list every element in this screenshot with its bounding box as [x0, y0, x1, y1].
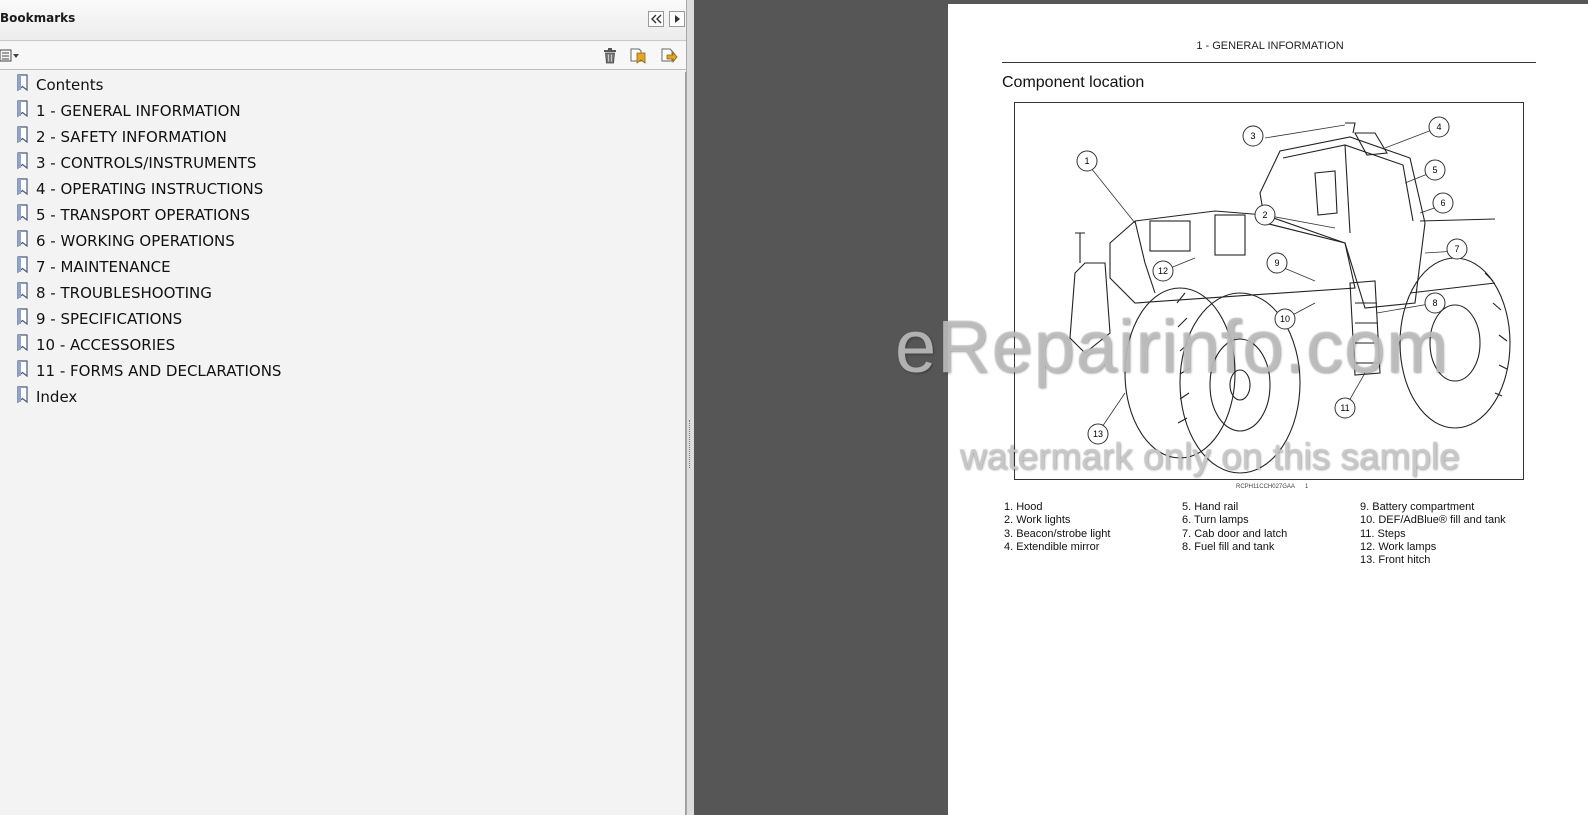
watermark-note: watermark only on this sample — [960, 436, 1460, 477]
bookmark-label: 7 - MAINTENANCE — [36, 258, 171, 276]
bookmark-icon — [17, 386, 28, 404]
svg-text:11: 11 — [1340, 403, 1349, 413]
bookmark-icon — [17, 334, 28, 352]
bookmark-item-safety-information[interactable]: 2 - SAFETY INFORMATION — [16, 126, 227, 148]
expand-bookmark-icon[interactable] — [660, 47, 678, 65]
header-rule — [1002, 62, 1536, 63]
legend-item: 6. Turn lamps — [1182, 514, 1249, 527]
svg-text:7: 7 — [1454, 244, 1459, 254]
tractor-illustration: 1 2 3 4 5 6 7 8 9 10 11 12 13 — [1014, 102, 1524, 480]
legend-item: 9. Battery compartment — [1360, 501, 1475, 513]
document-page: 1 - GENERAL INFORMATION Component locati… — [948, 4, 1588, 815]
legend-item: 12. Work lamps — [1360, 540, 1437, 553]
bookmark-label: 1 - GENERAL INFORMATION — [36, 102, 241, 120]
bookmark-icon — [17, 204, 28, 222]
watermark-site: eRepairinfo.com — [895, 305, 1449, 388]
bookmark-label: 4 - OPERATING INSTRUCTIONS — [36, 180, 264, 198]
bookmark-list: Contents 1 - GENERAL INFORMATION 2 - SAF… — [0, 72, 686, 815]
bookmark-item-accessories[interactable]: 10 - ACCESSORIES — [16, 334, 175, 356]
legend-item: 5. Hand rail — [1182, 501, 1239, 513]
bookmark-label: 2 - SAFETY INFORMATION — [36, 128, 227, 146]
legend-item: 4. Extendible mirror — [1004, 540, 1100, 553]
svg-text:12: 12 — [1158, 266, 1168, 276]
section-title: Component location — [1002, 74, 1145, 91]
bookmark-item-index[interactable]: Index — [16, 386, 77, 408]
chevron-right-icon[interactable] — [669, 11, 685, 27]
bookmark-label: 6 - WORKING OPERATIONS — [36, 232, 235, 250]
legend-item: 2. Work lights — [1004, 514, 1071, 527]
bookmark-label: 8 - TROUBLESHOOTING — [36, 284, 212, 302]
bookmark-icon — [17, 152, 28, 170]
bookmark-item-forms-and-declarations[interactable]: 11 - FORMS AND DECLARATIONS — [16, 360, 281, 382]
bookmark-icon — [17, 256, 28, 274]
running-header: 1 - GENERAL INFORMATION — [1196, 40, 1344, 52]
legend-item: 8. Fuel fill and tank — [1182, 540, 1275, 553]
bookmark-item-specifications[interactable]: 9 - SPECIFICATIONS — [16, 308, 182, 330]
bookmarks-header: Bookmarks — [0, 0, 694, 41]
bookmark-label: Contents — [36, 76, 104, 94]
legend-item: 1. Hood — [1004, 501, 1043, 513]
svg-text:6: 6 — [1440, 198, 1445, 208]
options-menu-icon[interactable] — [0, 47, 22, 65]
bookmark-icon — [17, 230, 28, 248]
legend-item: 11. Steps — [1360, 527, 1406, 540]
bookmark-label: 5 - TRANSPORT OPERATIONS — [36, 206, 250, 224]
legend-column-3: 9. Battery compartment 10. DEF/AdBlue® f… — [1360, 501, 1506, 567]
svg-text:5: 5 — [1432, 165, 1437, 175]
bookmark-item-troubleshooting[interactable]: 8 - TROUBLESHOOTING — [16, 282, 212, 304]
svg-text:1: 1 — [1084, 156, 1089, 166]
svg-text:3: 3 — [1250, 131, 1255, 141]
legend-item: 13. Front hitch — [1360, 554, 1431, 567]
bookmark-item-general-information[interactable]: 1 - GENERAL INFORMATION — [16, 100, 241, 122]
bookmark-icon — [17, 74, 28, 92]
bookmark-icon — [17, 178, 28, 196]
bookmarks-title: Bookmarks — [0, 11, 76, 25]
legend-item: 3. Beacon/strobe light — [1004, 527, 1111, 540]
bookmark-label: Index — [36, 388, 78, 406]
legend-item: 7. Cab door and latch — [1182, 527, 1288, 540]
svg-text:2: 2 — [1262, 210, 1267, 220]
bookmark-item-operating-instructions[interactable]: 4 - OPERATING INSTRUCTIONS — [16, 178, 263, 200]
bookmark-item-controls-instruments[interactable]: 3 - CONTROLS/INSTRUMENTS — [16, 152, 256, 174]
legend-column-2: 5. Hand rail 6. Turn lamps 7. Cab door a… — [1182, 501, 1287, 554]
bookmark-label: 3 - CONTROLS/INSTRUMENTS — [36, 154, 257, 172]
legend-column-1: 1. Hood 2. Work lights 3. Beacon/strobe … — [1004, 501, 1110, 554]
bookmark-icon — [17, 360, 28, 378]
bookmark-label: 9 - SPECIFICATIONS — [36, 310, 183, 328]
bookmark-icon — [17, 308, 28, 326]
bookmark-item-maintenance[interactable]: 7 - MAINTENANCE — [16, 256, 171, 278]
bookmark-icon — [17, 126, 28, 144]
figure-callouts: 1 2 3 4 5 6 7 8 9 10 11 12 13 — [1076, 116, 1468, 445]
panel-splitter[interactable] — [686, 0, 694, 815]
bookmark-item-working-operations[interactable]: 6 - WORKING OPERATIONS — [16, 230, 235, 252]
svg-text:9: 9 — [1274, 258, 1279, 268]
splitter-grip[interactable] — [689, 420, 691, 468]
new-bookmark-icon[interactable] — [629, 47, 647, 65]
legend-item: 10. DEF/AdBlue® fill and tank — [1360, 514, 1506, 527]
bookmark-label: 10 - ACCESSORIES — [36, 336, 176, 354]
bookmark-icon — [17, 282, 28, 300]
svg-text:4: 4 — [1436, 122, 1441, 132]
double-chevron-left-icon[interactable] — [648, 11, 664, 27]
bookmark-label: 11 - FORMS AND DECLARATIONS — [36, 362, 282, 380]
bookmark-icon — [17, 100, 28, 118]
bookmark-item-transport-operations[interactable]: 5 - TRANSPORT OPERATIONS — [16, 204, 250, 226]
bookmarks-panel: Bookmarks Contents 1 - GENERAL INFORMATI… — [0, 0, 694, 815]
tractor-drawing: 1 2 3 4 5 6 7 8 9 10 11 12 13 — [1069, 116, 1511, 474]
bookmark-item-contents[interactable]: Contents — [16, 74, 103, 96]
trash-icon[interactable] — [601, 47, 619, 65]
figure-code: RCPH11CCH027GAA 1 — [1236, 484, 1309, 490]
bookmarks-toolbar — [0, 42, 694, 70]
